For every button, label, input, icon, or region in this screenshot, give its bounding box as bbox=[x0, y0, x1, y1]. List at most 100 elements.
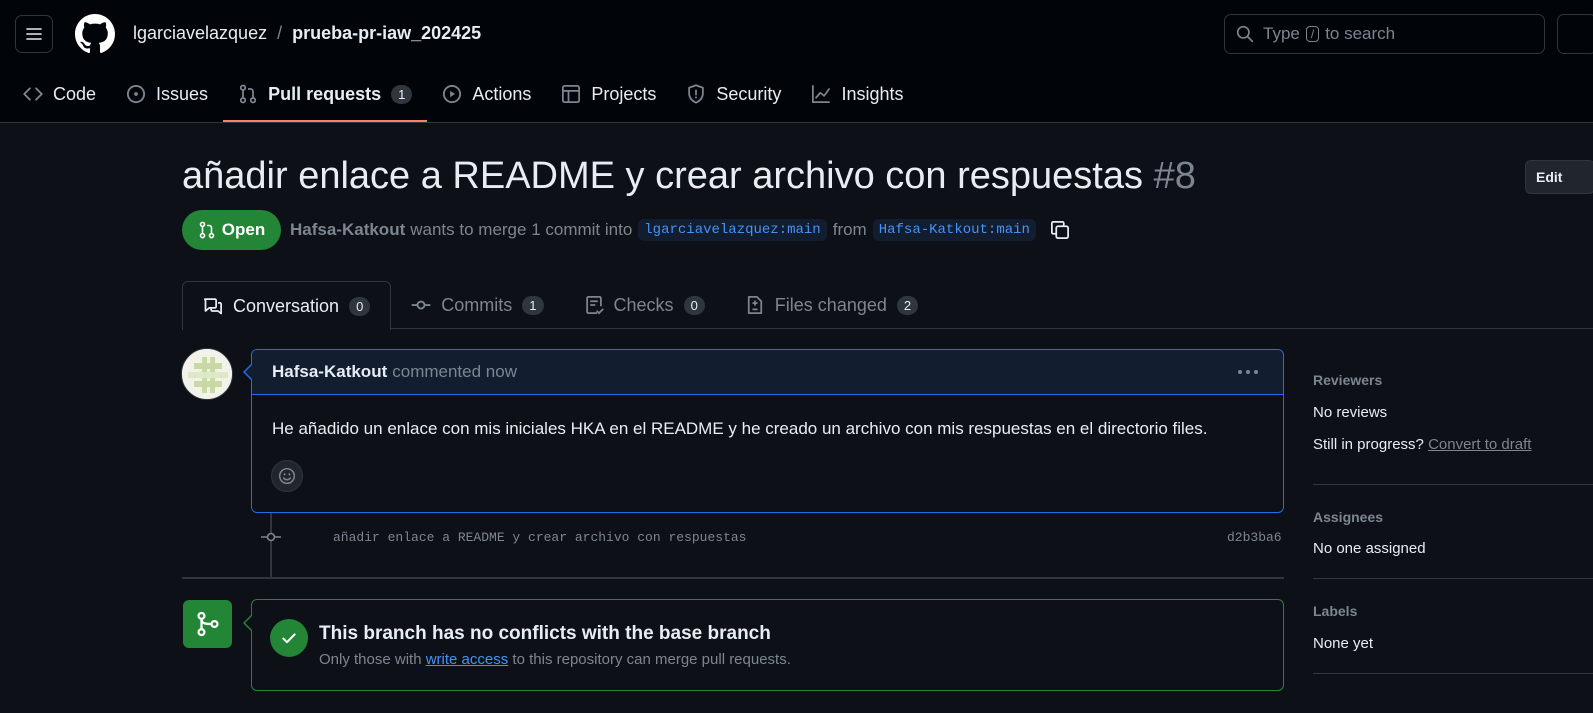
commit-message-link[interactable]: añadir enlace a README y crear archivo c… bbox=[333, 530, 746, 545]
pr-state-badge: Open bbox=[182, 210, 281, 250]
pr-state-label: Open bbox=[221, 220, 266, 239]
from-text: from bbox=[832, 220, 867, 239]
tab-code[interactable]: Code bbox=[8, 72, 111, 116]
comment-author[interactable]: Hafsa-Katkout bbox=[272, 362, 387, 382]
pr-meta: Hafsa-Katkout wants to merge 1 commit in… bbox=[290, 219, 1070, 241]
table-icon bbox=[562, 85, 581, 103]
copy-branch-button[interactable] bbox=[1050, 220, 1070, 240]
head-branch[interactable]: Hafsa-Katkout:main bbox=[872, 219, 1036, 241]
commit-sha-link[interactable]: d2b3ba6 bbox=[1227, 530, 1282, 545]
repo-name-link[interactable]: prueba-pr-iaw_202425 bbox=[292, 23, 481, 44]
tab-insights-label: Insights bbox=[841, 83, 904, 104]
merge-sub-after: to this repository can merge pull reques… bbox=[512, 651, 791, 668]
shield-icon bbox=[688, 84, 705, 104]
write-access-link[interactable]: write access bbox=[426, 651, 509, 668]
merge-sub-before: Only those with bbox=[319, 651, 422, 668]
reviewers-value: No reviews bbox=[1313, 404, 1388, 421]
menu-button[interactable] bbox=[15, 15, 53, 53]
tab-projects-label: Projects bbox=[591, 83, 657, 104]
tab-issues[interactable]: Issues bbox=[111, 72, 223, 116]
pr-tabs: Conversation 0 Commits 1 Checks 0 Files … bbox=[182, 281, 938, 330]
merge-status-subtitle: Only those with write access to this rep… bbox=[319, 651, 791, 668]
graph-icon bbox=[812, 85, 831, 103]
comment-discussion-icon bbox=[203, 298, 222, 315]
tab-conversation-label: Conversation bbox=[233, 295, 340, 316]
tab-checks-label: Checks bbox=[613, 294, 674, 315]
draft-question: Still in progress? bbox=[1313, 436, 1424, 453]
sidebar-divider bbox=[1313, 578, 1593, 579]
sidebar-divider bbox=[1313, 673, 1593, 674]
pull-request-icon bbox=[239, 84, 257, 104]
play-icon bbox=[443, 84, 462, 104]
tab-files-changed-label: Files changed bbox=[774, 294, 887, 315]
git-merge-icon bbox=[183, 600, 232, 648]
labels-heading[interactable]: Labels bbox=[1313, 603, 1357, 619]
search-shortcut-key: / bbox=[1305, 26, 1320, 42]
issue-icon bbox=[126, 84, 146, 104]
tab-pull-requests[interactable]: Pull requests 1 bbox=[223, 72, 428, 122]
comment-header: Hafsa-Katkout commented now bbox=[252, 350, 1283, 395]
sidebar-divider bbox=[1313, 484, 1593, 485]
file-diff-icon bbox=[747, 296, 762, 314]
tab-files-changed[interactable]: Files changed 2 bbox=[725, 281, 938, 329]
tab-commits[interactable]: Commits 1 bbox=[391, 281, 563, 329]
pr-title-text: añadir enlace a README y crear archivo c… bbox=[182, 155, 1144, 197]
search-placeholder-type: Type bbox=[1263, 24, 1300, 43]
add-reaction-button[interactable] bbox=[271, 460, 303, 492]
checklist-icon bbox=[585, 296, 604, 315]
tab-security-label: Security bbox=[716, 83, 782, 104]
repo-owner-link[interactable]: lgarciavelazquez bbox=[133, 23, 267, 44]
draft-prompt: Still in progress? Convert to draft bbox=[1313, 436, 1531, 453]
search-placeholder-rest: to search bbox=[1325, 24, 1396, 43]
comment-body: He añadido un enlace con mis iniciales H… bbox=[272, 419, 1208, 438]
checks-count: 0 bbox=[683, 295, 705, 315]
code-icon bbox=[23, 87, 43, 101]
kebab-horizontal-icon bbox=[1238, 370, 1258, 374]
edit-title-button[interactable]: Edit bbox=[1525, 160, 1593, 194]
timeline-line bbox=[270, 513, 272, 577]
commit-icon bbox=[411, 300, 431, 310]
labels-value: None yet bbox=[1313, 635, 1374, 652]
tab-code-label: Code bbox=[53, 83, 97, 104]
tab-insights[interactable]: Insights bbox=[796, 72, 918, 116]
tab-commits-label: Commits bbox=[441, 294, 513, 315]
tab-issues-label: Issues bbox=[156, 83, 209, 104]
merge-status-title: This branch has no conflicts with the ba… bbox=[319, 623, 771, 644]
smiley-icon bbox=[278, 467, 296, 485]
github-logo-icon[interactable] bbox=[75, 14, 115, 54]
comment-timestamp[interactable]: commented now bbox=[392, 362, 517, 382]
hamburger-icon bbox=[26, 28, 42, 40]
assignees-value: No one assigned bbox=[1313, 540, 1426, 557]
merge-pointer-inner bbox=[245, 616, 252, 630]
comment-options-button[interactable] bbox=[1237, 362, 1259, 382]
reviewers-heading[interactable]: Reviewers bbox=[1313, 372, 1382, 388]
comment-box: Hafsa-Katkout commented now He añadido u… bbox=[251, 349, 1284, 513]
pr-title: añadir enlace a README y crear archivo c… bbox=[182, 155, 1196, 198]
search-icon bbox=[1236, 25, 1254, 43]
tab-security[interactable]: Security bbox=[671, 72, 796, 116]
commits-count: 1 bbox=[522, 295, 544, 315]
merge-text: wants to merge 1 commit into bbox=[410, 220, 633, 239]
copilot-button[interactable] bbox=[1557, 14, 1593, 54]
assignees-heading[interactable]: Assignees bbox=[1313, 509, 1383, 525]
copy-icon bbox=[1050, 221, 1069, 239]
timeline-break bbox=[182, 577, 1284, 579]
pr-author-link[interactable]: Hafsa-Katkout bbox=[290, 220, 405, 240]
convert-to-draft-link[interactable]: Convert to draft bbox=[1428, 436, 1531, 453]
tab-pull-requests-label: Pull requests bbox=[268, 83, 382, 104]
pr-number: #8 bbox=[1153, 155, 1196, 197]
base-branch[interactable]: lgarciavelazquez:main bbox=[638, 219, 827, 241]
check-icon bbox=[270, 619, 308, 657]
breadcrumb-separator: / bbox=[277, 23, 283, 43]
pull-request-icon bbox=[199, 221, 215, 239]
search-input[interactable]: Type / to search bbox=[1224, 14, 1545, 54]
breadcrumb: lgarciavelazquez / prueba-pr-iaw_202425 bbox=[133, 23, 481, 44]
tab-actions[interactable]: Actions bbox=[427, 72, 546, 116]
tab-conversation[interactable]: Conversation 0 bbox=[182, 281, 392, 330]
comment-pointer-inner bbox=[245, 365, 252, 379]
repo-nav: Code Issues Pull requests 1 Actions Proj… bbox=[8, 72, 918, 122]
tab-projects[interactable]: Projects bbox=[546, 72, 671, 116]
avatar[interactable] bbox=[181, 348, 233, 400]
merge-status-box bbox=[251, 599, 1284, 691]
tab-checks[interactable]: Checks 0 bbox=[564, 281, 725, 329]
